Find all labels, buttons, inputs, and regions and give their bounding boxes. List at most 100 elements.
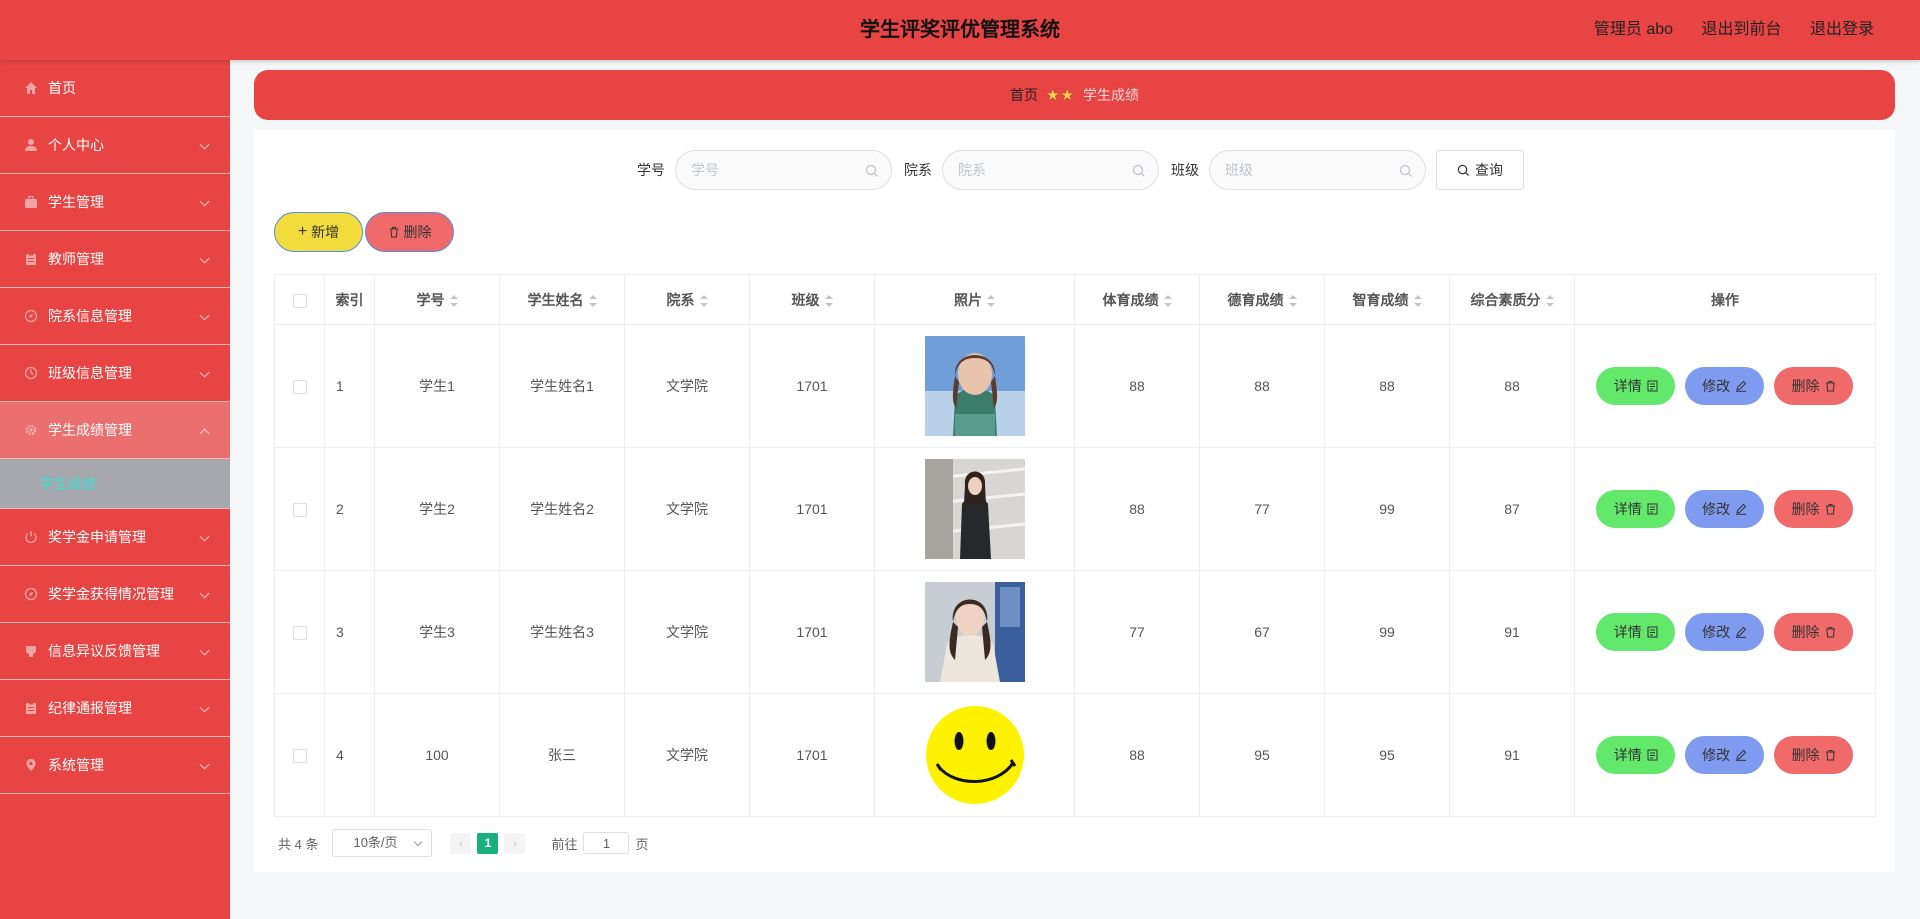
row-checkbox[interactable] bbox=[292, 749, 307, 764]
chevron-down-icon bbox=[199, 588, 210, 599]
sort-icon[interactable] bbox=[824, 294, 833, 307]
student-photo[interactable] bbox=[924, 582, 1025, 682]
column-header-intellect-score[interactable]: 智育成绩 bbox=[1324, 274, 1450, 325]
sidebar-item-feedback-management[interactable]: 信息异议反馈管理 bbox=[0, 623, 230, 680]
sidebar-item-label: 纪律通报管理 bbox=[48, 700, 132, 716]
column-header-class[interactable]: 班级 bbox=[749, 274, 875, 325]
sidebar-item-score-management[interactable]: 学生成绩管理 bbox=[0, 402, 230, 459]
row-checkbox[interactable] bbox=[292, 626, 307, 641]
row-checkbox[interactable] bbox=[292, 380, 307, 395]
cell-index: 2 bbox=[324, 447, 375, 571]
column-header-actions: 操作 bbox=[1574, 274, 1876, 325]
edit-button-label: 修改 bbox=[1702, 747, 1731, 763]
sidebar-item-label: 奖学金获得情况管理 bbox=[48, 586, 174, 602]
next-page-button[interactable]: › bbox=[504, 832, 526, 854]
sidebar-item-label: 学生成绩管理 bbox=[48, 422, 132, 438]
page-size-value: 10条/页 bbox=[353, 835, 398, 850]
location-icon bbox=[24, 758, 38, 772]
row-delete-button[interactable]: 删除 bbox=[1774, 367, 1853, 405]
select-all-checkbox[interactable] bbox=[292, 293, 307, 308]
sort-icon[interactable] bbox=[1413, 294, 1422, 307]
student-id-search-input[interactable] bbox=[676, 151, 891, 189]
prev-page-button[interactable]: ‹ bbox=[450, 832, 472, 854]
sort-icon[interactable] bbox=[1545, 294, 1554, 307]
detail-button[interactable]: 详情 bbox=[1596, 490, 1676, 528]
add-button[interactable]: + 新增 bbox=[274, 212, 363, 252]
query-button[interactable]: 查询 bbox=[1436, 150, 1524, 190]
sidebar-item-scholarship-awards[interactable]: 奖学金获得情况管理 bbox=[0, 566, 230, 623]
edit-button[interactable]: 修改 bbox=[1685, 490, 1765, 528]
cell-student-name: 张三 bbox=[499, 693, 625, 817]
cell-student-name: 学生姓名1 bbox=[499, 324, 625, 448]
edit-button[interactable]: 修改 bbox=[1685, 736, 1765, 774]
column-header-moral-score[interactable]: 德育成绩 bbox=[1199, 274, 1325, 325]
edit-button-label: 修改 bbox=[1702, 624, 1731, 640]
sidebar-item-personal-center[interactable]: 个人中心 bbox=[0, 117, 230, 174]
cell-department: 文学院 bbox=[624, 693, 750, 817]
smiley-face-icon[interactable] bbox=[924, 705, 1025, 805]
sidebar-subitem-student-scores[interactable]: 学生成绩 bbox=[0, 459, 230, 509]
column-header-index: 索引 bbox=[324, 274, 375, 325]
plus-icon: + bbox=[297, 223, 308, 240]
sidebar-item-department-management[interactable]: 院系信息管理 bbox=[0, 288, 230, 345]
cell-moral-score: 67 bbox=[1199, 570, 1325, 694]
column-header-student-id[interactable]: 学号 bbox=[374, 274, 500, 325]
sort-icon[interactable] bbox=[588, 294, 597, 307]
column-header-photo[interactable]: 照片 bbox=[874, 274, 1075, 325]
row-delete-button[interactable]: 删除 bbox=[1774, 613, 1853, 651]
goto-page-input[interactable] bbox=[583, 832, 630, 854]
edit-button[interactable]: 修改 bbox=[1685, 367, 1765, 405]
exit-to-frontend-link[interactable]: 退出到前台 bbox=[1702, 21, 1782, 38]
column-header-pe-score[interactable]: 体育成绩 bbox=[1074, 274, 1200, 325]
sidebar-item-teacher-management[interactable]: 教师管理 bbox=[0, 231, 230, 288]
sort-icon[interactable] bbox=[1288, 294, 1297, 307]
sidebar-item-class-management[interactable]: 班级信息管理 bbox=[0, 345, 230, 402]
sort-icon[interactable] bbox=[1163, 294, 1172, 307]
chevron-down-icon bbox=[199, 531, 210, 542]
detail-button[interactable]: 详情 bbox=[1596, 736, 1676, 774]
class-search-input[interactable] bbox=[1210, 151, 1425, 189]
breadcrumb-home[interactable]: 首页 bbox=[1010, 85, 1038, 105]
cell-photo bbox=[874, 693, 1075, 817]
department-search-input[interactable] bbox=[943, 151, 1158, 189]
user-icon bbox=[24, 138, 38, 152]
row-delete-button[interactable]: 删除 bbox=[1774, 490, 1853, 528]
row-select-cell bbox=[274, 693, 325, 817]
sidebar-item-label: 信息异议反馈管理 bbox=[48, 643, 160, 659]
edit-button-label: 修改 bbox=[1702, 501, 1731, 517]
trash-icon bbox=[1825, 627, 1835, 638]
edit-button[interactable]: 修改 bbox=[1685, 613, 1765, 651]
cell-student-id: 100 bbox=[374, 693, 500, 817]
cell-class: 1701 bbox=[749, 447, 875, 571]
sidebar-item-student-management[interactable]: 学生管理 bbox=[0, 174, 230, 231]
row-delete-button[interactable]: 删除 bbox=[1774, 736, 1853, 774]
sort-icon[interactable] bbox=[449, 294, 458, 307]
search-label-class: 班级 bbox=[1171, 162, 1199, 178]
page-number-active[interactable]: 1 bbox=[477, 832, 499, 854]
sort-icon[interactable] bbox=[987, 294, 995, 307]
power-icon bbox=[24, 530, 38, 544]
cell-overall-score: 91 bbox=[1449, 693, 1575, 817]
sidebar-item-discipline-notice[interactable]: 纪律通报管理 bbox=[0, 680, 230, 737]
page-size-select[interactable]: 10条/页 bbox=[332, 829, 433, 857]
student-photo[interactable] bbox=[924, 459, 1025, 559]
sort-icon[interactable] bbox=[699, 294, 708, 307]
column-header-overall-score[interactable]: 综合素质分 bbox=[1449, 274, 1575, 325]
detail-button[interactable]: 详情 bbox=[1596, 613, 1676, 651]
column-header-department[interactable]: 院系 bbox=[624, 274, 750, 325]
sidebar-item-label: 学生管理 bbox=[48, 194, 104, 210]
batch-delete-button[interactable]: 删除 bbox=[365, 212, 454, 252]
top-header: 学生评奖评优管理系统 管理员 abo 退出到前台 退出登录 bbox=[0, 0, 1920, 60]
cell-class: 1701 bbox=[749, 693, 875, 817]
detail-button[interactable]: 详情 bbox=[1596, 367, 1676, 405]
logout-link[interactable]: 退出登录 bbox=[1810, 21, 1874, 38]
sidebar-item-scholarship-application[interactable]: 奖学金申请管理 bbox=[0, 509, 230, 566]
chevron-down-icon bbox=[414, 837, 423, 847]
sidebar-item-label: 院系信息管理 bbox=[48, 308, 132, 324]
sidebar-item-home[interactable]: 首页 bbox=[0, 60, 230, 117]
student-photo[interactable] bbox=[924, 336, 1025, 436]
column-header-student-name[interactable]: 学生姓名 bbox=[499, 274, 625, 325]
pencil-icon bbox=[1736, 380, 1747, 392]
sidebar-item-system-management[interactable]: 系统管理 bbox=[0, 737, 230, 794]
row-checkbox[interactable] bbox=[292, 503, 307, 518]
